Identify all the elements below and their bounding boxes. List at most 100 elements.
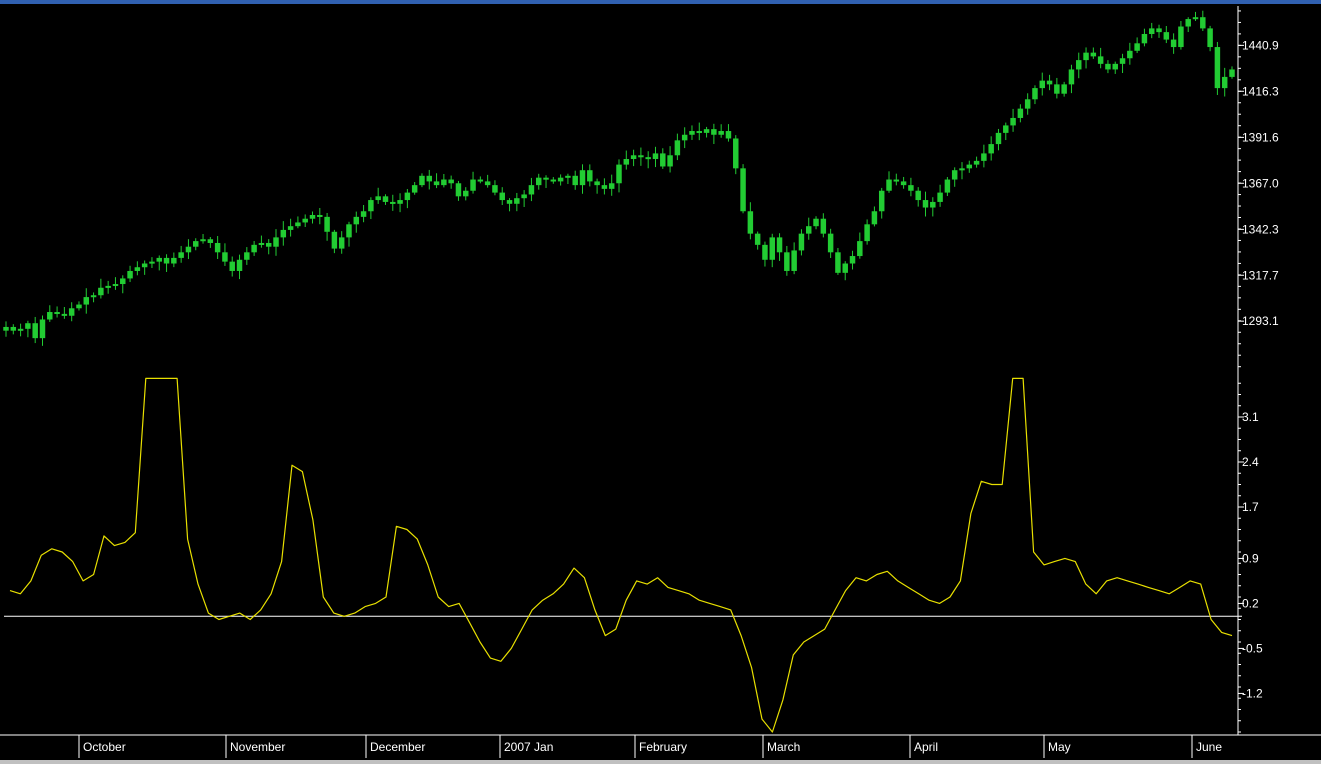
candle-body xyxy=(1083,52,1089,61)
candle-body xyxy=(506,200,513,204)
candle-body xyxy=(849,256,856,264)
candle-body xyxy=(1134,43,1140,51)
candle-body xyxy=(681,134,688,141)
candle-body xyxy=(594,181,600,186)
month-label: November xyxy=(230,740,285,754)
candle-body xyxy=(244,252,250,260)
candle-body xyxy=(149,261,155,264)
candle-body xyxy=(864,224,870,242)
candle-body xyxy=(1032,88,1038,100)
month-label: February xyxy=(639,740,687,754)
candle-body xyxy=(988,144,994,154)
candle-body xyxy=(981,153,987,161)
candle-body xyxy=(718,131,724,135)
candle-body xyxy=(258,242,265,245)
candle-body xyxy=(207,239,214,243)
candle-body xyxy=(1148,28,1155,34)
candle-body xyxy=(112,284,119,287)
month-label: May xyxy=(1048,740,1071,754)
candle-body xyxy=(922,200,929,208)
candle-body xyxy=(959,168,965,171)
candle-body xyxy=(528,185,535,195)
chart-canvas: 1440.9 1416.3 1391.6 1367.0 1342.3 1317.7 1293… xyxy=(0,0,1321,764)
candle-body xyxy=(353,216,360,225)
candle-body xyxy=(638,155,644,158)
candle-body xyxy=(1003,125,1009,133)
price-axis-tick-label: 1440.9 xyxy=(1242,38,1279,52)
candle-body xyxy=(484,181,491,186)
candle-body xyxy=(711,129,717,135)
candle-body xyxy=(499,192,505,201)
month-label: 2007 Jan xyxy=(504,740,553,754)
candle-body xyxy=(521,194,527,199)
candle-body xyxy=(696,131,703,134)
candle-body xyxy=(973,160,980,165)
month-label: June xyxy=(1196,740,1222,754)
candle-body xyxy=(733,138,739,169)
candle-body xyxy=(995,132,1002,145)
candle-body xyxy=(565,175,571,178)
candle-body xyxy=(835,252,841,273)
candle-body xyxy=(762,244,768,260)
candle-body xyxy=(455,183,462,197)
candle-body xyxy=(1112,63,1118,70)
price-axis-tick-label: 1317.7 xyxy=(1242,268,1279,282)
candle-body xyxy=(769,237,775,260)
candle-body xyxy=(17,328,24,331)
candle-body xyxy=(944,179,951,193)
candle-body xyxy=(1024,99,1031,109)
candle-body xyxy=(39,319,46,339)
candle-body xyxy=(725,131,732,139)
chart-background xyxy=(0,0,1321,764)
candle-body xyxy=(178,252,184,258)
price-axis-tick-label: 1416.3 xyxy=(1242,84,1279,98)
candle-body xyxy=(265,242,272,247)
candle-body xyxy=(550,179,557,182)
price-axis-tick-label: 1391.6 xyxy=(1242,130,1279,144)
candle-body xyxy=(302,218,308,223)
candle-body xyxy=(886,179,892,191)
candle-body xyxy=(280,229,287,238)
candle-body xyxy=(1141,33,1148,44)
candle-body xyxy=(1010,117,1016,126)
candle-body xyxy=(200,239,206,242)
candle-body xyxy=(1054,84,1060,94)
candle-body xyxy=(1170,39,1177,48)
candle-body xyxy=(1214,47,1221,89)
candle-body xyxy=(54,312,60,315)
candle-body xyxy=(295,222,301,227)
candle-body xyxy=(368,200,374,212)
candle-body xyxy=(360,211,367,217)
candle-body xyxy=(441,179,447,186)
candle-body xyxy=(857,241,863,257)
price-axis-tick-label: 1342.3 xyxy=(1242,222,1279,236)
candle-body xyxy=(557,177,564,182)
candle-body xyxy=(784,252,790,271)
price-axis-tick-label: 1293.1 xyxy=(1242,314,1279,328)
candle-body xyxy=(1017,108,1024,118)
candle-body xyxy=(623,159,630,165)
candle-body xyxy=(1185,19,1191,27)
candle-body xyxy=(127,270,133,279)
candle-body xyxy=(893,179,900,182)
candle-body xyxy=(375,196,381,201)
candle-body xyxy=(492,185,498,193)
month-label: March xyxy=(767,740,800,754)
candle-body xyxy=(76,304,82,309)
candle-body xyxy=(193,241,199,247)
candle-body xyxy=(535,177,542,186)
candle-body xyxy=(105,285,111,288)
candle-body xyxy=(426,175,432,182)
month-label: October xyxy=(83,740,126,754)
candle-body xyxy=(1076,60,1082,70)
indicator-axis-tick-label: 1.7 xyxy=(1242,500,1259,514)
candle-body xyxy=(660,153,666,167)
candle-body xyxy=(579,170,586,186)
candle-body xyxy=(937,192,943,202)
candle-body xyxy=(141,263,148,268)
candle-body xyxy=(1046,80,1053,85)
candle-body xyxy=(382,196,389,202)
candle-body xyxy=(776,237,783,253)
candle-body xyxy=(878,190,885,212)
candle-body xyxy=(1097,56,1104,64)
